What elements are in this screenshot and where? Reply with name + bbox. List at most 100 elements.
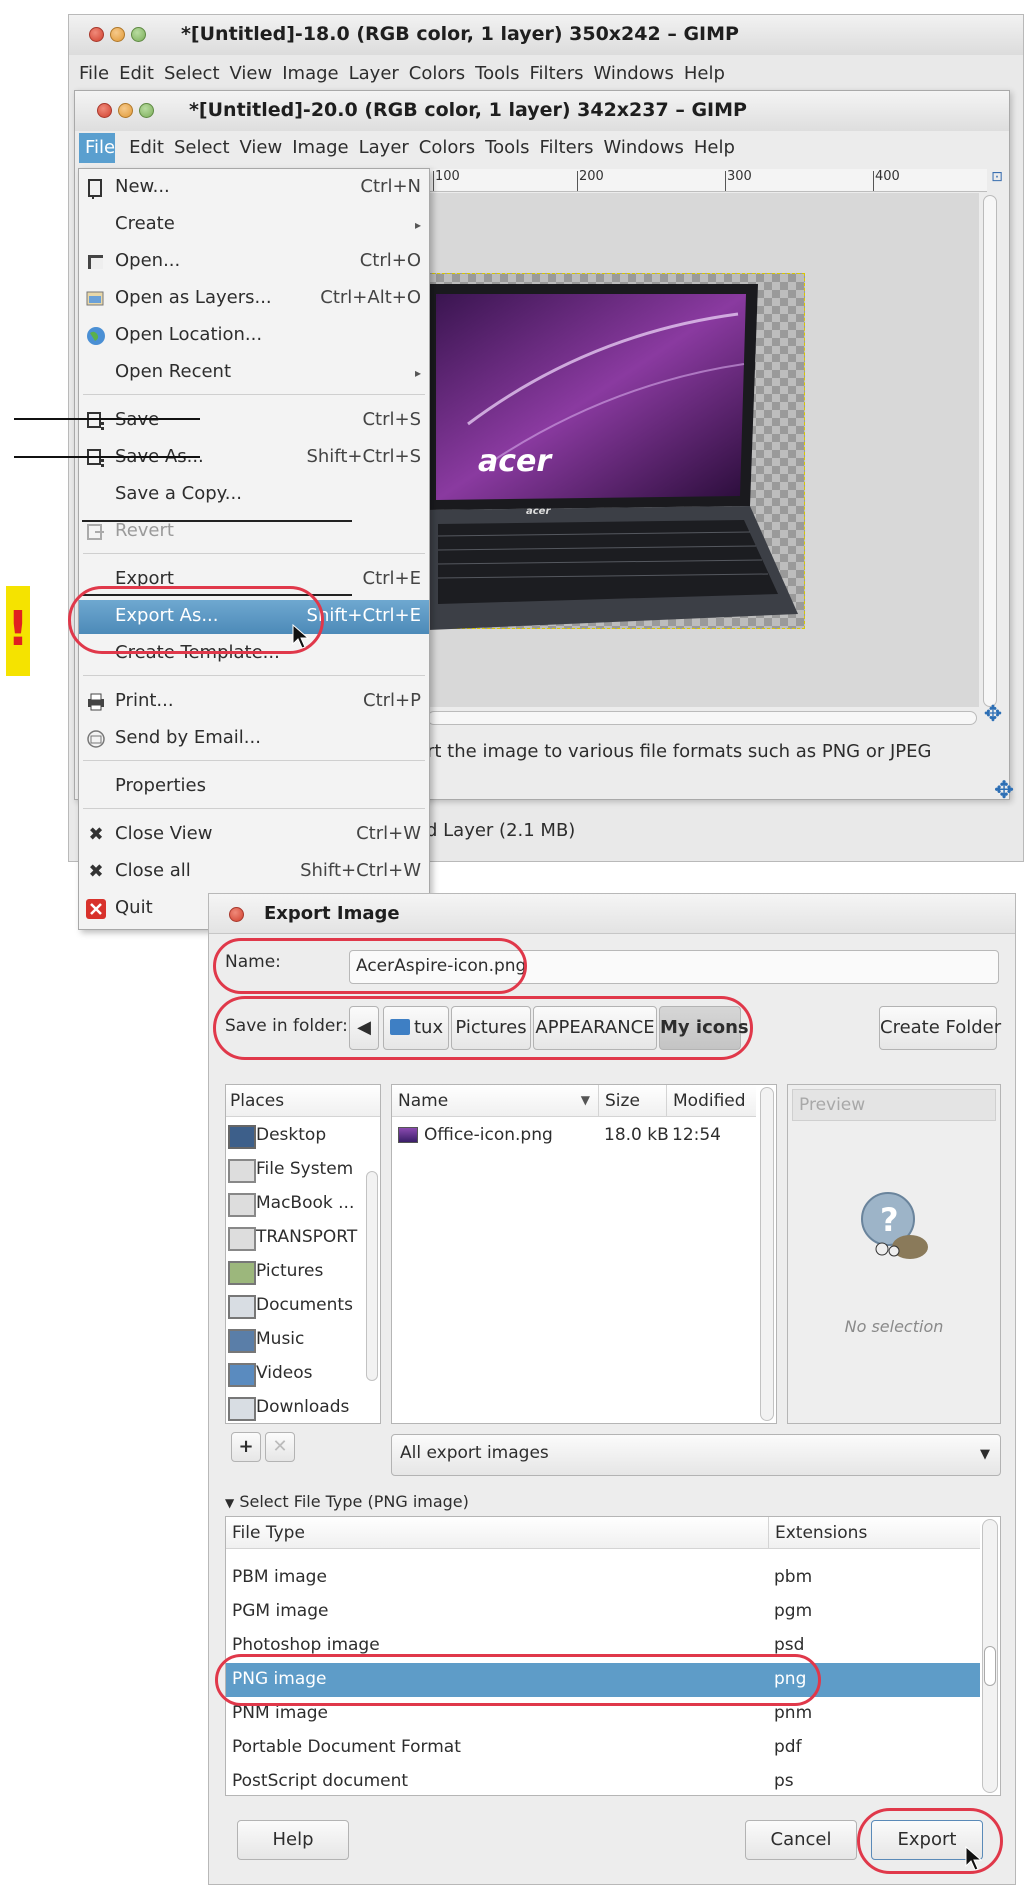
close-window-icon[interactable] [89, 27, 104, 42]
menu-help[interactable]: Help [684, 63, 735, 84]
column-modified-header[interactable]: Modified [666, 1085, 756, 1117]
menu-item-save-as[interactable]: Save As... Shift+Ctrl+S [79, 441, 429, 475]
column-name-header[interactable]: Name ▼ [392, 1085, 598, 1117]
menu-layer[interactable]: Layer [359, 137, 419, 158]
navigate-icon[interactable]: ✥ [990, 776, 1018, 804]
menu-item-properties[interactable]: Properties [79, 770, 429, 804]
menu-edit[interactable]: Edit [129, 137, 174, 158]
desktop-icon [228, 1125, 256, 1149]
file-type-column-header[interactable]: File Type [226, 1517, 768, 1549]
close-x-icon: ✖ [88, 861, 104, 882]
navigate-icon[interactable]: ✥ [981, 703, 1005, 727]
submenu-arrow-icon: ▸ [414, 218, 421, 232]
maximize-window-icon[interactable] [131, 27, 146, 42]
close-window-icon[interactable] [97, 103, 112, 118]
highlight-oval [215, 1654, 821, 1706]
menu-item-open[interactable]: Open... Ctrl+O [79, 245, 429, 279]
create-folder-button[interactable]: Create Folder [879, 1006, 1001, 1050]
file-type-scrollbar[interactable] [982, 1519, 998, 1793]
places-scrollbar[interactable] [366, 1171, 378, 1381]
place-desktop[interactable]: Desktop [226, 1119, 364, 1153]
globe-icon [85, 325, 107, 347]
close-dialog-icon[interactable] [229, 907, 244, 922]
screen-brand-text: acer [478, 444, 552, 479]
place-downloads[interactable]: Downloads [226, 1391, 364, 1423]
cancel-button[interactable]: Cancel [745, 1820, 857, 1860]
place-transport[interactable]: TRANSPORT [226, 1221, 364, 1255]
menu-item-revert[interactable]: Revert [79, 515, 429, 549]
menu-item-create[interactable]: Create ▸ [79, 208, 429, 242]
place-macbook[interactable]: MacBook ... [226, 1187, 364, 1221]
status-layer-info: d Layer (2.1 MB) [426, 820, 576, 841]
menu-item-send-by-email[interactable]: Send by Email... [79, 722, 429, 756]
menu-item-close-view[interactable]: ✖ Close View Ctrl+W [79, 818, 429, 852]
file-row[interactable]: Office-icon.png 18.0 kB 12:54 [392, 1119, 756, 1153]
menu-separator [83, 808, 425, 809]
menu-edit[interactable]: Edit [119, 63, 164, 84]
scrollbar-thumb[interactable] [984, 1646, 996, 1686]
highlight-oval [213, 938, 527, 994]
menu-item-save[interactable]: Save Ctrl+S [79, 404, 429, 438]
add-bookmark-button[interactable]: + [231, 1432, 261, 1462]
menu-tools[interactable]: Tools [475, 63, 529, 84]
place-pictures[interactable]: Pictures [226, 1255, 364, 1289]
front-titlebar: *[Untitled]-20.0 (RGB color, 1 layer) 34… [75, 91, 1009, 131]
place-file-system[interactable]: File System [226, 1153, 364, 1187]
menu-tools[interactable]: Tools [485, 137, 539, 158]
menu-view[interactable]: View [230, 63, 283, 84]
menu-file[interactable]: File [85, 137, 129, 158]
menu-filters[interactable]: Filters [540, 137, 604, 158]
menu-colors[interactable]: Colors [419, 137, 485, 158]
place-videos[interactable]: Videos [226, 1357, 364, 1391]
menu-view[interactable]: View [240, 137, 293, 158]
minimize-window-icon[interactable] [118, 103, 133, 118]
videos-folder-icon [228, 1363, 256, 1387]
horizontal-scrollbar[interactable] [427, 711, 977, 725]
menu-item-new[interactable]: New... Ctrl+N [79, 171, 429, 205]
remove-bookmark-button[interactable]: ✕ [265, 1432, 295, 1462]
column-size-header[interactable]: Size [598, 1085, 666, 1117]
image-layer: acer acer [427, 273, 805, 630]
menu-image[interactable]: Image [282, 63, 348, 84]
music-folder-icon [228, 1329, 256, 1353]
place-documents[interactable]: Documents [226, 1289, 364, 1323]
no-selection-text: No selection [844, 1317, 944, 1336]
menu-windows[interactable]: Windows [603, 137, 693, 158]
menu-colors[interactable]: Colors [409, 63, 475, 84]
menu-windows[interactable]: Windows [593, 63, 683, 84]
file-type-row[interactable]: PGM image pgm [226, 1595, 980, 1629]
menu-item-open-recent[interactable]: Open Recent ▸ [79, 356, 429, 390]
vertical-scrollbar[interactable] [983, 195, 997, 707]
zoom-nav-icon[interactable]: ⊡ [987, 169, 1007, 191]
select-file-type-expander[interactable]: ▼ Select File Type (PNG image) [225, 1492, 469, 1511]
highlight-oval [213, 996, 753, 1060]
question-gimp-icon: ? [861, 1192, 928, 1259]
menu-item-open-location[interactable]: Open Location... [79, 319, 429, 353]
file-type-row[interactable]: PostScript document ps [226, 1765, 980, 1795]
maximize-window-icon[interactable] [139, 103, 154, 118]
file-type-row[interactable]: PBM image pbm [226, 1561, 980, 1595]
ruler-label: 400 [875, 169, 900, 184]
menu-select[interactable]: Select [174, 137, 240, 158]
drive-icon [228, 1159, 256, 1183]
file-filter-select[interactable]: All export images ▼ [391, 1434, 1001, 1476]
help-button[interactable]: Help [237, 1820, 349, 1860]
menu-item-close-all[interactable]: ✖ Close all Shift+Ctrl+W [79, 855, 429, 889]
menu-file[interactable]: File [79, 63, 119, 84]
menu-item-print[interactable]: Print... Ctrl+P [79, 685, 429, 719]
extensions-column-header[interactable]: Extensions [768, 1517, 980, 1549]
menu-help[interactable]: Help [694, 137, 745, 158]
minimize-window-icon[interactable] [110, 27, 125, 42]
place-music[interactable]: Music [226, 1323, 364, 1357]
revert-icon [85, 521, 107, 543]
file-type-row[interactable]: Portable Document Format pdf [226, 1731, 980, 1765]
menu-select[interactable]: Select [164, 63, 230, 84]
places-header: Places [226, 1085, 380, 1117]
documents-folder-icon [228, 1295, 256, 1319]
files-scrollbar[interactable] [760, 1087, 774, 1421]
menu-layer[interactable]: Layer [349, 63, 409, 84]
menu-item-open-as-layers[interactable]: Open as Layers... Ctrl+Alt+O [79, 282, 429, 316]
menu-item-save-a-copy[interactable]: Save a Copy... [79, 478, 429, 512]
menu-image[interactable]: Image [292, 137, 358, 158]
menu-filters[interactable]: Filters [530, 63, 594, 84]
